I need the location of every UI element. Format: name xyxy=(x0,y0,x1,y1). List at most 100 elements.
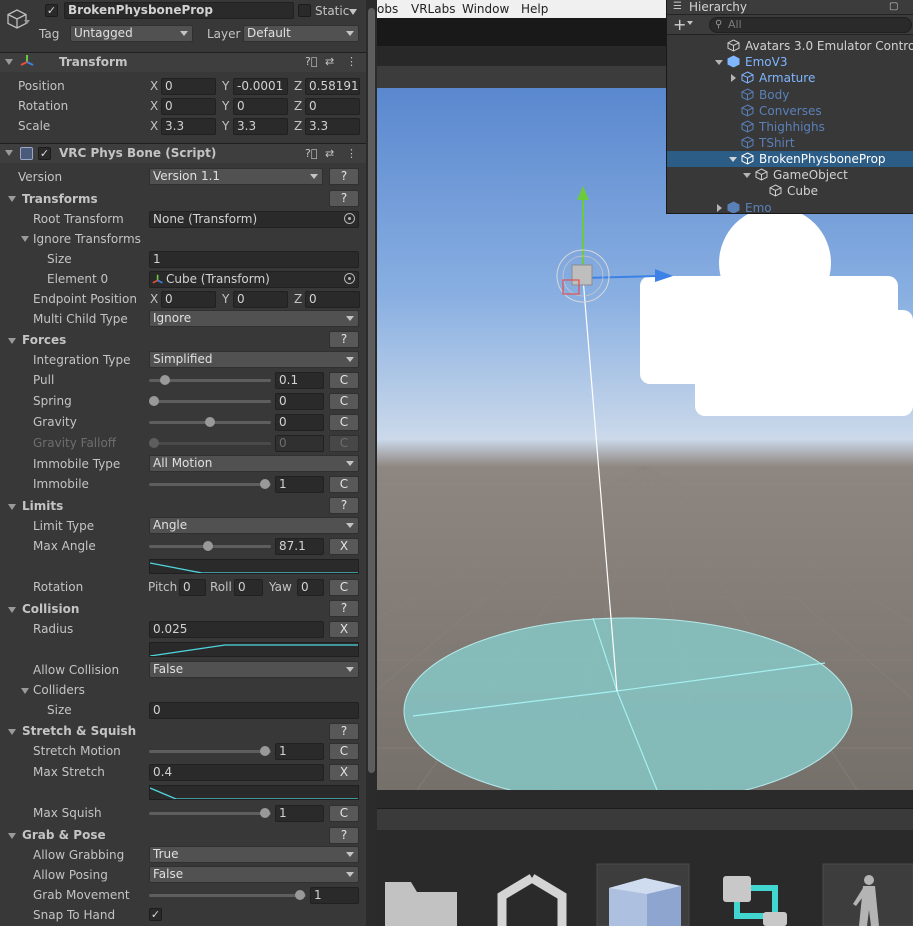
colliders-size-field[interactable]: 0 xyxy=(149,702,359,719)
hierarchy-item[interactable]: Thighhighs xyxy=(667,119,913,135)
gravity-curve-button[interactable]: C xyxy=(329,414,359,431)
hierarchy-item[interactable]: TShirt xyxy=(667,135,913,151)
menu-vrlabs[interactable]: VRLabs xyxy=(411,1,455,17)
help-icon[interactable]: ?⃝ xyxy=(305,147,317,161)
radius-curve-button[interactable]: X xyxy=(329,621,359,638)
icon-dropdown-arrow[interactable] xyxy=(24,20,30,24)
lock-icon[interactable]: ▢ xyxy=(889,0,898,14)
hierarchy-item[interactable]: GameObject xyxy=(667,167,913,183)
version-help-button[interactable]: ? xyxy=(329,168,359,185)
pitch-field[interactable]: 0 xyxy=(179,579,206,596)
expand-arrow-icon[interactable] xyxy=(715,60,723,65)
scale-y-field[interactable]: 3.3 xyxy=(233,118,288,135)
limits-help-button[interactable]: ? xyxy=(329,497,359,514)
version-dropdown[interactable]: Version 1.1 xyxy=(149,168,323,185)
endpoint-x-field[interactable]: 0 xyxy=(161,291,216,308)
endpoint-z-field[interactable]: 0 xyxy=(305,291,360,308)
max-stretch-curve-preview[interactable] xyxy=(149,785,359,800)
max-stretch-curve-button[interactable]: X xyxy=(329,764,359,781)
immobile-field[interactable]: 1 xyxy=(275,476,324,493)
menu-jobs[interactable]: obs xyxy=(377,1,398,17)
forces-help-button[interactable]: ? xyxy=(329,331,359,348)
rotation-y-field[interactable]: 0 xyxy=(233,98,288,115)
rotation-curve-button[interactable]: C xyxy=(329,579,359,596)
expand-arrow-icon[interactable] xyxy=(729,157,737,162)
gravity-slider-knob[interactable] xyxy=(205,417,215,427)
radius-curve-preview[interactable] xyxy=(149,642,359,657)
max-angle-curve-button[interactable]: X xyxy=(329,538,359,555)
spring-curve-button[interactable]: C xyxy=(329,393,359,410)
grab-fold-arrow[interactable] xyxy=(8,833,16,839)
spring-field[interactable]: 0 xyxy=(275,393,324,410)
static-dropdown-arrow[interactable] xyxy=(349,9,357,15)
stretch-motion-curve-button[interactable]: C xyxy=(329,743,359,760)
grab-help-button[interactable]: ? xyxy=(329,827,359,844)
endpoint-y-field[interactable]: 0 xyxy=(233,291,288,308)
radius-field[interactable]: 0.025 xyxy=(149,621,324,638)
hierarchy-item[interactable]: Emo xyxy=(667,200,913,213)
allow-grabbing-dropdown[interactable]: True xyxy=(149,846,359,863)
hierarchy-item[interactable]: Cube xyxy=(667,183,913,199)
preset-icon[interactable]: ⇄ xyxy=(325,147,334,161)
gravity-field[interactable]: 0 xyxy=(275,414,324,431)
collision-fold-arrow[interactable] xyxy=(8,607,16,613)
hierarchy-item[interactable]: Body xyxy=(667,87,913,103)
integration-type-dropdown[interactable]: Simplified xyxy=(149,351,359,368)
immobile-slider[interactable] xyxy=(149,483,271,486)
stretch-help-button[interactable]: ? xyxy=(329,723,359,740)
limits-fold-arrow[interactable] xyxy=(8,504,16,510)
create-plus-icon[interactable]: + xyxy=(673,15,686,34)
active-checkbox[interactable]: ✓ xyxy=(45,4,58,17)
grab-movement-slider[interactable] xyxy=(149,894,306,897)
hierarchy-item[interactable]: Converses xyxy=(667,103,913,119)
rotation-z-field[interactable]: 0 xyxy=(305,98,360,115)
max-angle-slider-knob[interactable] xyxy=(203,541,213,551)
position-z-field[interactable]: 0.581910 xyxy=(305,78,360,95)
stretch-motion-field[interactable]: 1 xyxy=(275,743,324,760)
hierarchy-search-input[interactable]: ⚲ All xyxy=(709,17,912,33)
position-x-field[interactable]: 0 xyxy=(161,78,216,95)
scale-x-field[interactable]: 3.3 xyxy=(161,118,216,135)
preset-icon[interactable]: ⇄ xyxy=(325,55,334,69)
max-angle-field[interactable]: 87.1 xyxy=(275,538,324,555)
stretch-motion-slider-knob[interactable] xyxy=(260,746,270,756)
max-squish-field[interactable]: 1 xyxy=(275,805,324,822)
kebab-menu-icon[interactable]: ⋮ xyxy=(346,147,357,161)
layer-dropdown[interactable]: Default xyxy=(243,25,359,42)
pull-slider-knob[interactable] xyxy=(160,375,170,385)
scale-z-field[interactable]: 3.3 xyxy=(305,118,360,135)
stretch-motion-slider[interactable] xyxy=(149,750,271,753)
collapse-arrow-icon[interactable] xyxy=(717,204,722,212)
limit-type-dropdown[interactable]: Angle xyxy=(149,517,359,534)
physbone-enabled-checkbox[interactable]: ✓ xyxy=(38,147,51,160)
roll-field[interactable]: 0 xyxy=(234,579,263,596)
colliders-fold-arrow[interactable] xyxy=(21,688,29,694)
menu-window[interactable]: Window xyxy=(462,1,509,17)
object-name-field[interactable]: BrokenPhysboneProp xyxy=(64,2,294,19)
element0-field[interactable]: Cube (Transform) xyxy=(149,271,359,288)
transforms-help-button[interactable]: ? xyxy=(329,190,359,207)
max-squish-slider[interactable] xyxy=(149,812,271,815)
collapse-arrow-icon[interactable] xyxy=(731,74,736,82)
allow-posing-dropdown[interactable]: False xyxy=(149,866,359,883)
expand-arrow-icon[interactable] xyxy=(743,173,751,178)
inspector-scroll-thumb[interactable] xyxy=(368,8,375,773)
rotation-x-field[interactable]: 0 xyxy=(161,98,216,115)
root-transform-field[interactable]: None (Transform) xyxy=(149,211,359,228)
max-stretch-field[interactable]: 0.4 xyxy=(149,764,324,781)
static-checkbox[interactable] xyxy=(298,4,311,17)
hierarchy-tab[interactable]: ☰ Hierarchy ▢ xyxy=(667,0,913,15)
snap-to-hand-checkbox[interactable]: ✓ xyxy=(149,908,162,921)
max-angle-curve-preview[interactable] xyxy=(149,559,359,574)
forces-fold-arrow[interactable] xyxy=(8,338,16,344)
physbone-fold-arrow[interactable] xyxy=(5,150,13,156)
spring-slider-knob[interactable] xyxy=(149,396,159,406)
tag-dropdown[interactable]: Untagged xyxy=(70,25,193,42)
collision-help-button[interactable]: ? xyxy=(329,600,359,617)
ignore-transforms-fold-arrow[interactable] xyxy=(21,236,29,242)
hierarchy-item[interactable]: Armature xyxy=(667,70,913,86)
yaw-field[interactable]: 0 xyxy=(297,579,324,596)
grab-movement-field[interactable]: 1 xyxy=(310,887,359,904)
immobile-curve-button[interactable]: C xyxy=(329,476,359,493)
max-squish-slider-knob[interactable] xyxy=(260,808,270,818)
